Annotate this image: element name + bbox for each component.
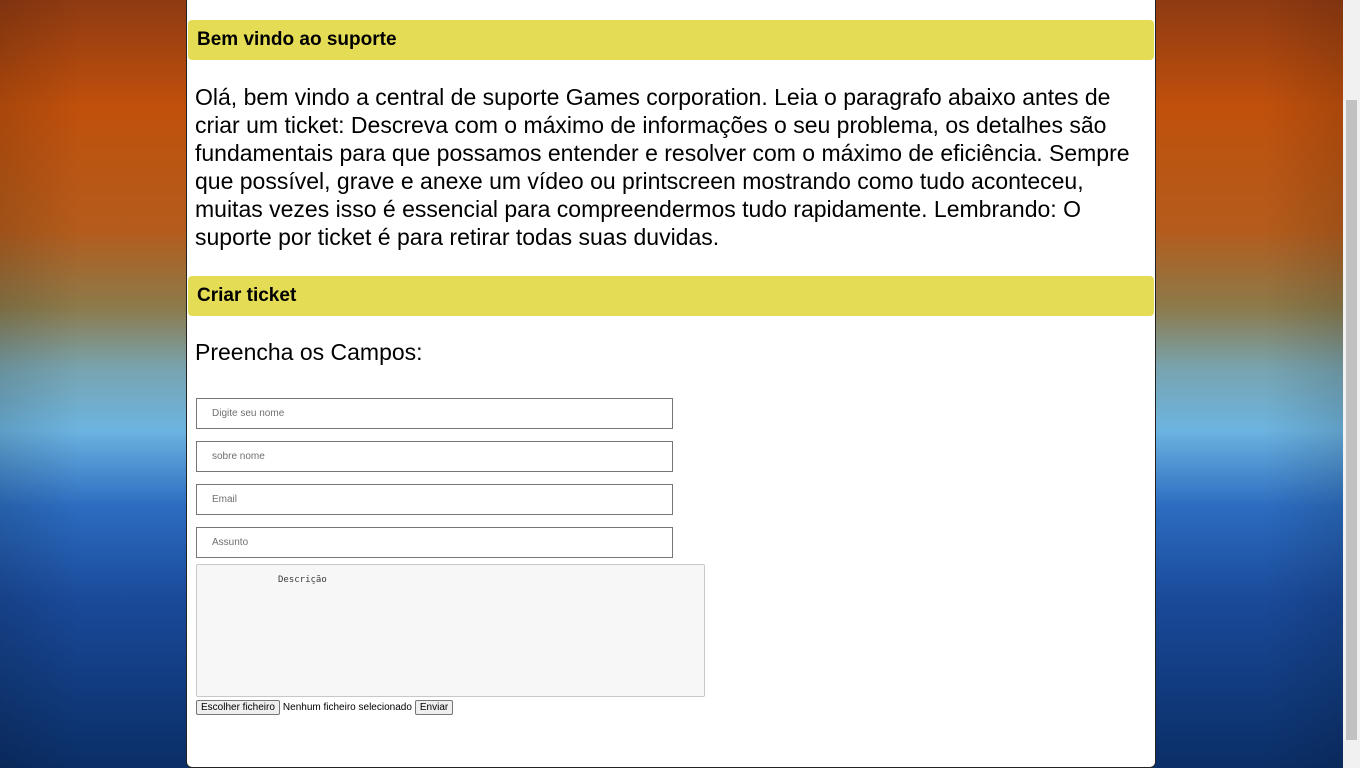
- scrollbar-thumb[interactable]: [1346, 100, 1357, 740]
- surname-input[interactable]: [196, 441, 673, 472]
- email-input[interactable]: [196, 484, 673, 515]
- submit-button[interactable]: Enviar: [414, 700, 454, 715]
- form-title: Preencha os Campos:: [195, 339, 423, 365]
- choose-file-button[interactable]: Escolher ficheiro: [196, 700, 280, 715]
- welcome-header: Bem vindo ao suporte: [188, 20, 1154, 60]
- file-upload-row: Escolher ficheiro Nenhum ficheiro seleci…: [196, 700, 454, 715]
- name-input[interactable]: [196, 398, 673, 429]
- create-ticket-header: Criar ticket: [188, 276, 1154, 316]
- file-status-text: Nenhum ficheiro selecionado: [282, 702, 412, 713]
- intro-text: Olá, bem vindo a central de suporte Game…: [195, 84, 1130, 250]
- support-panel: Bem vindo ao suporte Olá, bem vindo a ce…: [186, 0, 1156, 768]
- vertical-scrollbar[interactable]: [1343, 0, 1360, 768]
- description-textarea[interactable]: [196, 564, 705, 697]
- subject-input[interactable]: [196, 527, 673, 558]
